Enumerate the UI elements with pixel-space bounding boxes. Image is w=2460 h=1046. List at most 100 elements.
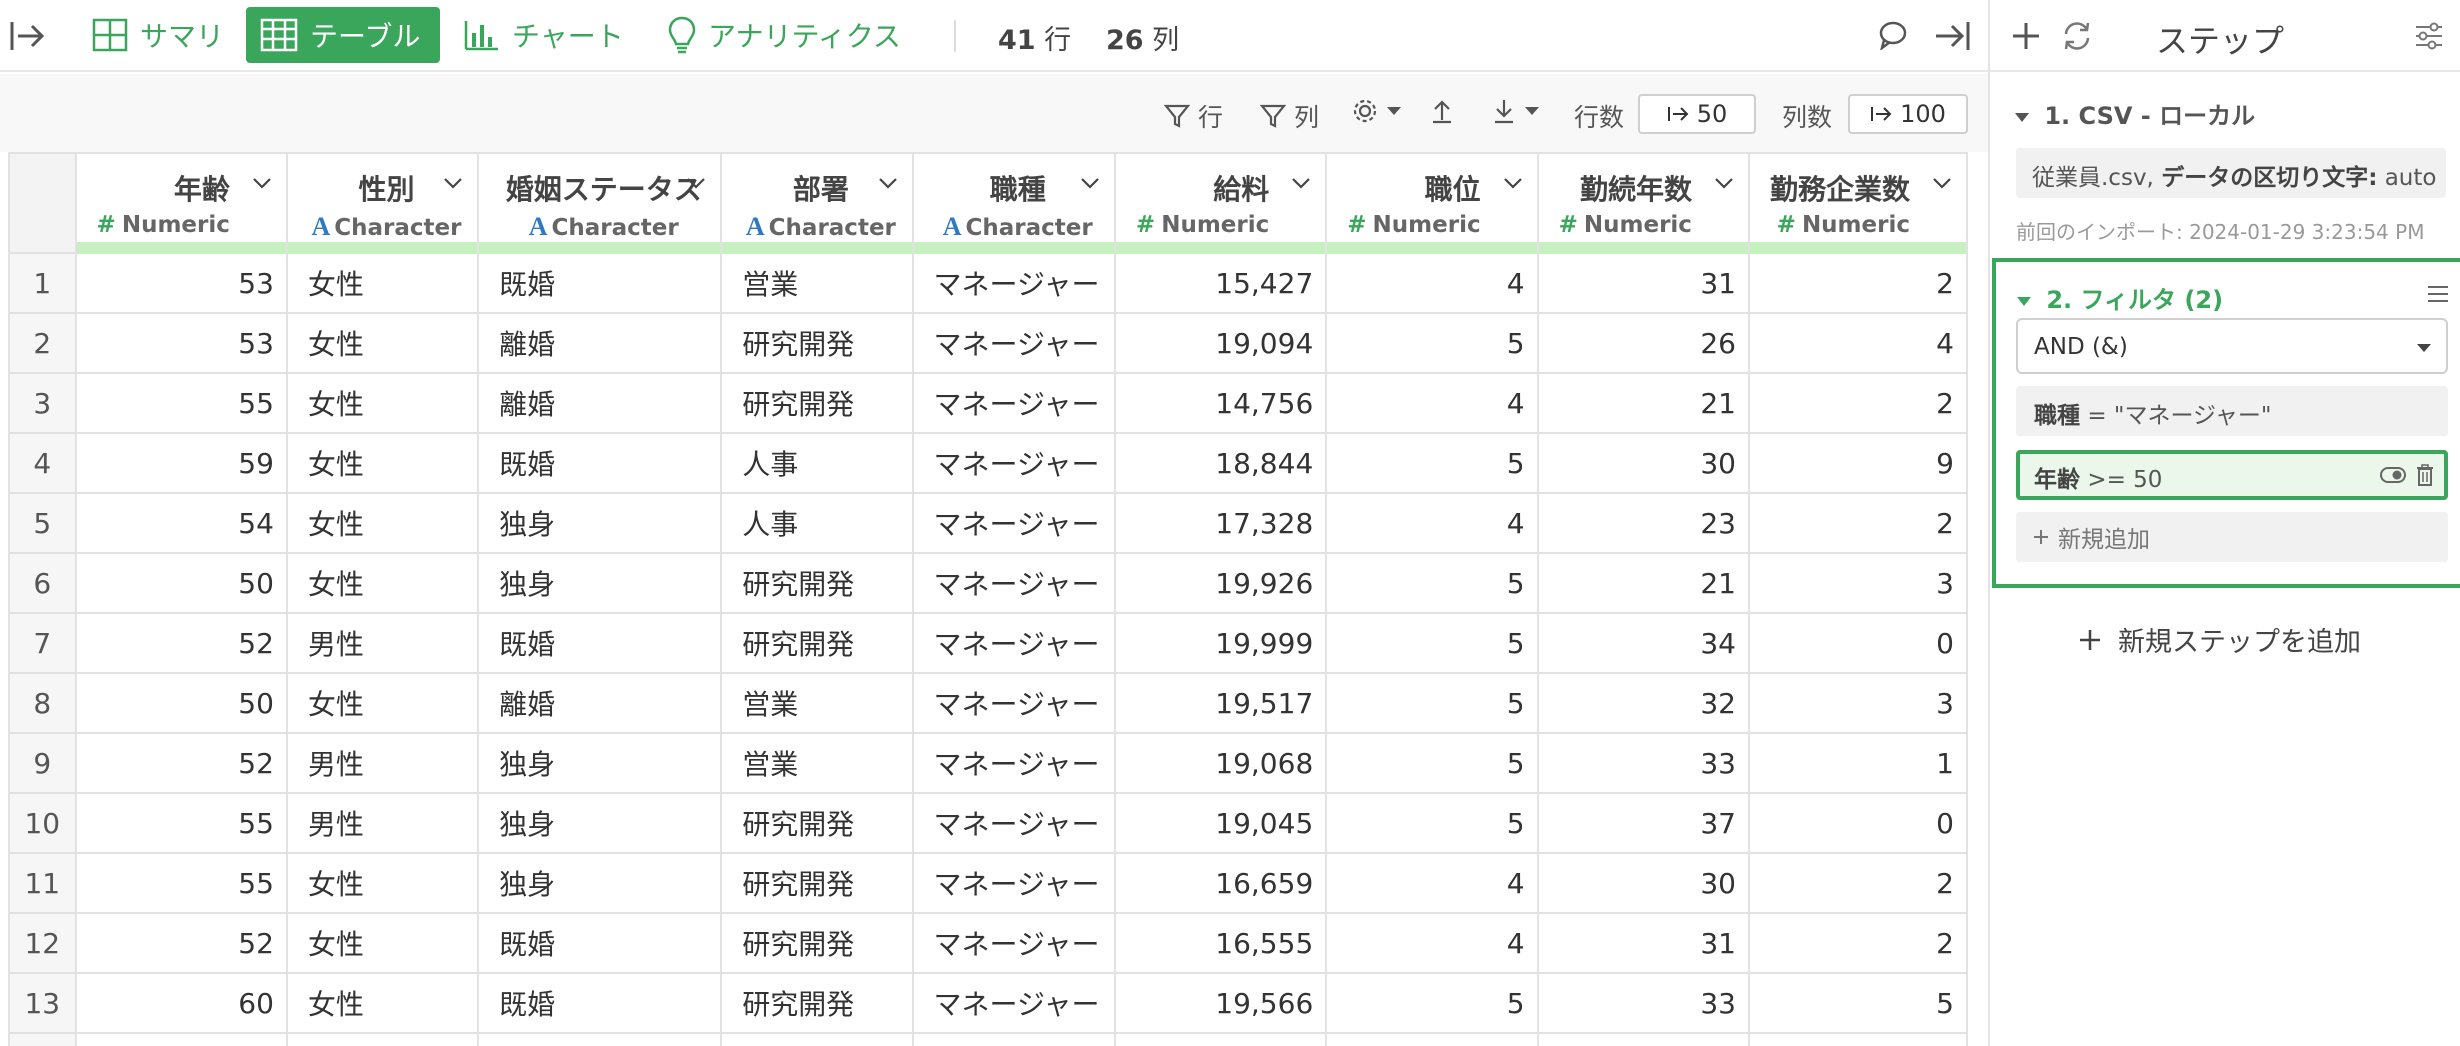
step-1-header[interactable]: 1. CSV - ローカル bbox=[2014, 96, 2255, 131]
chevron-down-icon[interactable] bbox=[1932, 176, 1952, 190]
numeric-type-icon: # bbox=[1776, 212, 1796, 238]
table-cell: 37 bbox=[1536, 792, 1750, 854]
settings-button[interactable] bbox=[1352, 98, 1402, 124]
chevron-down-icon[interactable] bbox=[686, 176, 706, 190]
chevron-down-icon[interactable] bbox=[443, 176, 463, 190]
data-table-container[interactable]: 年齢 # Numeric 性別 A Character 婚姻ステータス A Character 部… bbox=[8, 152, 1968, 1046]
table-cell: 既婚 bbox=[477, 432, 723, 494]
step-1-detail[interactable]: 従業員.csv, データの区切り文字: auto bbox=[2016, 148, 2446, 198]
table-cell: 2 bbox=[1747, 372, 1968, 434]
table-cell: 50 bbox=[74, 672, 288, 734]
table-row[interactable]: 7 52 男性 既婚 研究開発 マネージャー 19,999 5 34 0 bbox=[8, 612, 1968, 674]
table-row[interactable]: 2 53 女性 離婚 研究開発 マネージャー 19,094 5 26 4 bbox=[8, 312, 1968, 374]
column-header[interactable]: 部署 A Character bbox=[720, 152, 914, 254]
chevron-down-icon[interactable] bbox=[1714, 176, 1734, 190]
logic-select[interactable]: AND (&) bbox=[2016, 318, 2448, 374]
column-header[interactable]: 勤続年数 # Numeric bbox=[1536, 152, 1750, 254]
add-condition-button[interactable]: 新規追加 bbox=[2016, 512, 2448, 562]
tab-chart[interactable]: チャート bbox=[450, 7, 638, 63]
column-name: 職位 bbox=[1424, 173, 1481, 206]
table-row[interactable]: 11 55 女性 独身 研究開発 マネージャー 16,659 4 30 2 bbox=[8, 852, 1968, 914]
caret-down-icon bbox=[1387, 107, 1401, 115]
col-filter-button[interactable]: 列 bbox=[1260, 98, 1319, 134]
table-row[interactable]: 9 52 男性 独身 営業 マネージャー 19,068 5 33 1 bbox=[8, 732, 1968, 794]
sliders-icon[interactable] bbox=[2414, 22, 2444, 50]
table-cell: マネージャー bbox=[911, 492, 1116, 554]
table-row[interactable]: 5 54 女性 独身 人事 マネージャー 17,328 4 23 2 bbox=[8, 492, 1968, 554]
column-type-label: Numeric bbox=[1801, 212, 1910, 238]
table-row[interactable]: 1 53 女性 既婚 営業 マネージャー 15,427 4 31 2 bbox=[8, 252, 1968, 314]
row-number: 7 bbox=[8, 612, 77, 674]
filter-icon bbox=[1260, 104, 1286, 128]
table-cell bbox=[74, 1032, 288, 1046]
column-header[interactable]: 年齢 # Numeric bbox=[74, 152, 288, 254]
step-2-header[interactable]: 2. フィルタ (2) bbox=[2016, 280, 2223, 315]
column-type-label: Numeric bbox=[121, 212, 230, 238]
tab-table[interactable]: テーブル bbox=[246, 7, 440, 63]
sort-up-button[interactable] bbox=[1430, 98, 1454, 124]
column-header-content: 年齢 # Numeric bbox=[77, 154, 286, 252]
chevron-down-icon[interactable] bbox=[1291, 176, 1311, 190]
column-header[interactable]: 婚姻ステータス A Character bbox=[477, 152, 723, 254]
column-header[interactable]: 給料 # Numeric bbox=[1113, 152, 1328, 254]
tab-summary[interactable]: サマリ bbox=[78, 7, 238, 63]
table-row[interactable]: 3 55 女性 離婚 研究開発 マネージャー 14,756 4 21 2 bbox=[8, 372, 1968, 434]
column-header[interactable]: 職位 # Numeric bbox=[1325, 152, 1539, 254]
row-number: 10 bbox=[8, 792, 77, 854]
row-count-unit: 行 bbox=[1044, 25, 1072, 56]
column-header[interactable]: 性別 A Character bbox=[285, 152, 480, 254]
table-cell: 営業 bbox=[720, 672, 914, 734]
table-row[interactable]: 12 52 女性 既婚 研究開発 マネージャー 16,555 4 31 2 bbox=[8, 912, 1968, 974]
table-row[interactable]: 10 55 男性 独身 研究開発 マネージャー 19,045 5 37 0 bbox=[8, 792, 1968, 854]
comment-icon[interactable] bbox=[1878, 20, 1908, 54]
column-type: A Character bbox=[934, 212, 1102, 242]
filter-condition[interactable]: 職種 = "マネージャー" bbox=[2016, 386, 2448, 436]
tab-analytics[interactable]: アナリティクス bbox=[654, 7, 915, 63]
numeric-type-icon: # bbox=[1135, 212, 1156, 238]
add-step-button[interactable]: 新規ステップを追加 bbox=[2078, 620, 2361, 659]
cols-limit-input[interactable]: 100 bbox=[1848, 94, 1968, 134]
character-type-icon: A bbox=[311, 212, 331, 241]
chevron-down-icon[interactable] bbox=[1080, 176, 1100, 190]
table-cell: 人事 bbox=[720, 492, 914, 554]
table-cell: 研究開発 bbox=[720, 372, 914, 434]
table-row[interactable]: 6 50 女性 独身 研究開発 マネージャー 19,926 5 21 3 bbox=[8, 552, 1968, 614]
table-row[interactable]: 4 59 女性 既婚 人事 マネージャー 18,844 5 30 9 bbox=[8, 432, 1968, 494]
table-toolbar: 行 列 行数 50 列数 100 bbox=[0, 74, 1988, 152]
rows-limit-input[interactable]: 50 bbox=[1638, 94, 1756, 134]
table-row[interactable]: 13 60 女性 既婚 研究開発 マネージャー 19,566 5 33 5 bbox=[8, 972, 1968, 1034]
tab-analytics-label: アナリティクス bbox=[708, 20, 901, 53]
table-cell: 52 bbox=[74, 912, 288, 974]
trash-icon[interactable] bbox=[2416, 464, 2434, 486]
column-name: 給料 bbox=[1213, 173, 1270, 206]
column-header[interactable]: 職種 A Character bbox=[911, 152, 1116, 254]
plus-icon bbox=[2034, 530, 2048, 544]
column-header[interactable]: 勤務企業数 # Numeric bbox=[1747, 152, 1968, 254]
refresh-icon[interactable] bbox=[2060, 20, 2094, 52]
add-step-label: 新規ステップを追加 bbox=[2118, 627, 2361, 658]
step-1-title: 1. CSV - ローカル bbox=[2044, 102, 2256, 130]
table-row[interactable]: 14 bbox=[8, 1032, 1968, 1046]
add-icon[interactable] bbox=[2010, 20, 2042, 52]
chevron-down-icon[interactable] bbox=[1503, 176, 1523, 190]
table-cell: 女性 bbox=[285, 252, 480, 314]
row-filter-button[interactable]: 行 bbox=[1164, 98, 1223, 134]
table-cell: 5 bbox=[1747, 972, 1968, 1034]
table-cell: 男性 bbox=[285, 732, 480, 794]
table-cell: 独身 bbox=[477, 792, 723, 854]
step-2-filter[interactable]: 2. フィルタ (2) AND (&) 職種 = "マネージャー" 年齢 >= … bbox=[1992, 258, 2460, 588]
table-cell bbox=[285, 1032, 480, 1046]
column-type: # Numeric bbox=[1136, 212, 1313, 238]
collapse-sidebar-icon[interactable] bbox=[8, 16, 48, 56]
expand-panel-icon[interactable] bbox=[1932, 18, 1972, 58]
table-cell: 女性 bbox=[285, 852, 480, 914]
export-button[interactable] bbox=[1492, 98, 1540, 124]
filter-condition-selected[interactable]: 年齢 >= 50 bbox=[2016, 450, 2448, 500]
menu-icon[interactable] bbox=[2426, 284, 2450, 304]
table-cell: マネージャー bbox=[911, 672, 1116, 734]
chevron-down-icon[interactable] bbox=[252, 176, 272, 190]
table-cell: 女性 bbox=[285, 312, 480, 374]
toggle-icon[interactable] bbox=[2380, 466, 2406, 484]
chevron-down-icon[interactable] bbox=[878, 176, 898, 190]
table-row[interactable]: 8 50 女性 離婚 営業 マネージャー 19,517 5 32 3 bbox=[8, 672, 1968, 734]
